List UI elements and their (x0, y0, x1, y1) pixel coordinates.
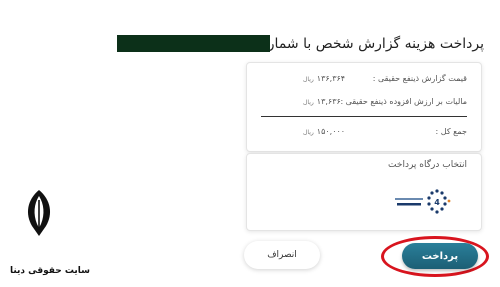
tax-amount: ۱۳,۶۳۶ریال (303, 97, 341, 106)
real-price-value: ۱۳۶,۳۶۴ (316, 73, 346, 83)
total-value: ۱۵۰,۰۰۰ (316, 126, 346, 136)
cancel-button[interactable]: انصراف (244, 241, 320, 269)
summary-divider (261, 116, 467, 117)
real-price-label: قیمت گزارش ذینفع حقیقی : (372, 73, 467, 83)
currency-unit: ریال (303, 128, 314, 136)
real-price-row: قیمت گزارش ذینفع حقیقی : ۱۳۶,۳۶۴ریال (261, 71, 467, 85)
total-amount: ۱۵۰,۰۰۰ریال (303, 127, 345, 136)
total-label: جمع کل : (435, 126, 467, 136)
price-summary-card: قیمت گزارش ذینفع حقیقی : ۱۳۶,۳۶۴ریال مال… (246, 62, 482, 152)
tax-value: ۱۳,۶۳۶ (316, 96, 341, 106)
currency-unit: ریال (303, 75, 314, 83)
gateway-title: انتخاب درگاه پرداخت (388, 160, 467, 170)
redacted-phone-number (117, 35, 270, 52)
real-price-amount: ۱۳۶,۳۶۴ریال (303, 74, 345, 83)
tax-label: مالیات بر ارزش افزوده ذینفع حقیقی : (340, 96, 467, 106)
total-row: جمع کل : ۱۵۰,۰۰۰ریال (261, 124, 467, 138)
site-caption: سایت حقوقی دینا (9, 266, 90, 276)
quill-pen-logo-icon (27, 190, 51, 236)
currency-unit: ریال (303, 98, 314, 106)
shaparak-gateway-logo-icon[interactable]: 4 (393, 187, 455, 217)
svg-text:4: 4 (434, 198, 440, 207)
gateway-card: انتخاب درگاه پرداخت 4 (246, 153, 482, 231)
tax-row: مالیات بر ارزش افزوده ذینفع حقیقی : ۱۳,۶… (261, 94, 467, 108)
pay-button[interactable]: پرداخت (402, 243, 478, 269)
